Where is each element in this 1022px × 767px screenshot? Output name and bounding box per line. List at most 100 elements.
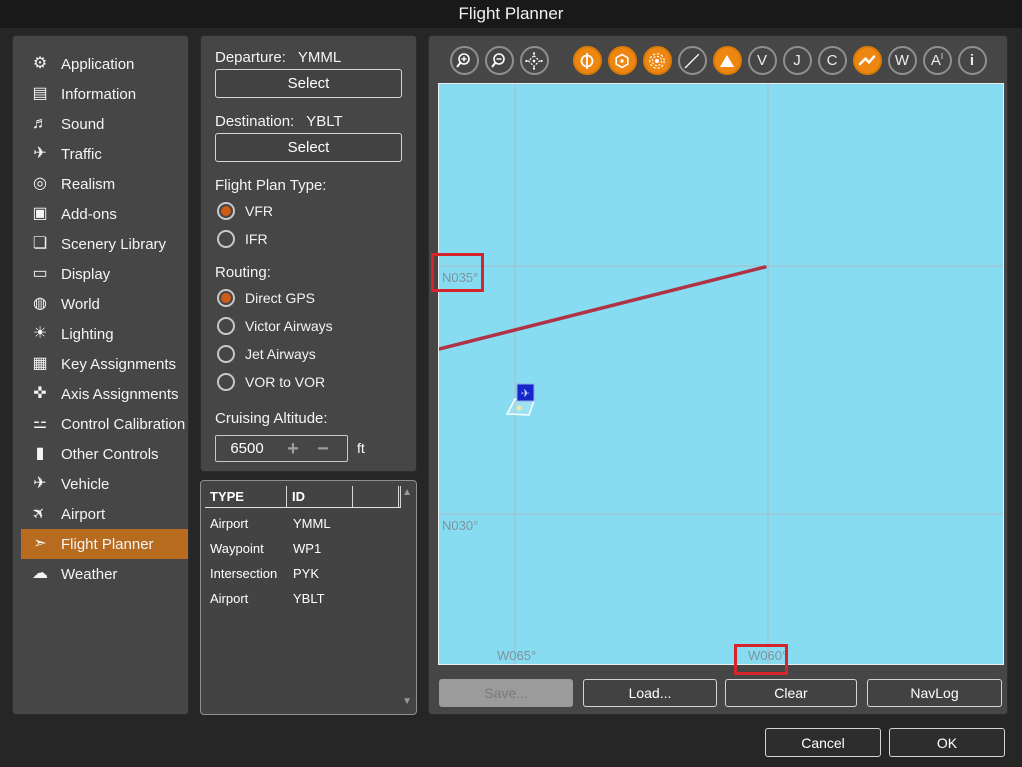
zoom-out-button[interactable] <box>485 46 514 75</box>
sidebar-item-lighting[interactable]: ☀Lighting <box>21 319 188 349</box>
speaker-icon: ♬ <box>29 116 51 132</box>
sidebar-item-key-assignments[interactable]: ▦Key Assignments <box>21 349 188 379</box>
cell-type: Waypoint <box>205 541 287 556</box>
column-header-id[interactable]: ID <box>287 486 353 507</box>
flight-plan-type-label: Flight Plan Type: <box>215 177 326 194</box>
ndb-rings-icon <box>648 52 666 70</box>
radio-ifr[interactable]: IFR <box>217 227 268 251</box>
scroll-down-icon[interactable]: ▼ <box>402 697 412 707</box>
radio-direct-gps[interactable]: Direct GPS <box>217 286 315 310</box>
globe-icon: ◍ <box>29 296 51 312</box>
map-graphics: ✈ <box>439 84 1003 664</box>
table-row[interactable]: Airport YBLT <box>205 586 401 611</box>
flight-plan-filter-button[interactable] <box>853 46 882 75</box>
sidebar-item-axis-assignments[interactable]: ✜Axis Assignments <box>21 379 188 409</box>
radio-vor-to-vor[interactable]: VOR to VOR <box>217 370 325 394</box>
radio-circle[interactable] <box>217 345 235 363</box>
svg-text:✈: ✈ <box>521 387 530 400</box>
sidebar-item-information[interactable]: ▤Information <box>21 79 188 109</box>
load-button[interactable]: Load... <box>583 679 717 707</box>
approaches-icon: A <box>931 53 941 68</box>
radio-victor-airways[interactable]: Victor Airways <box>217 314 333 338</box>
radio-circle[interactable] <box>217 202 235 220</box>
table-row[interactable]: Airport YMML <box>205 511 401 536</box>
radio-jet-airways[interactable]: Jet Airways <box>217 342 316 366</box>
title-bar: Flight Planner <box>0 0 1022 28</box>
approaches-filter-button[interactable]: AI <box>923 46 952 75</box>
navlog-button[interactable]: NavLog <box>867 679 1002 707</box>
sidebar-item-world[interactable]: ◍World <box>21 289 188 319</box>
zoom-in-button[interactable] <box>450 46 479 75</box>
route-icon: ➣ <box>29 536 51 552</box>
sliders-icon: ⚍ <box>29 416 51 432</box>
sidebar-item-realism[interactable]: ◎Realism <box>21 169 188 199</box>
save-button[interactable]: Save... <box>439 679 573 707</box>
sidebar-item-other-controls[interactable]: ▮Other Controls <box>21 439 188 469</box>
waypoints-table: TYPE ID ▲ Airport YMML Waypoint WP1 Inte… <box>200 480 417 715</box>
radio-vfr[interactable]: VFR <box>217 199 273 223</box>
jet-airways-icon: J <box>793 53 801 68</box>
sidebar-item-label: Display <box>61 266 110 283</box>
sidebar-item-vehicle[interactable]: ✈Vehicle <box>21 469 188 499</box>
sidebar-item-application[interactable]: ⚙Application <box>21 49 188 79</box>
sidebar-item-airport[interactable]: ✈Airport <box>21 499 188 529</box>
monitor-icon: ▭ <box>29 266 51 282</box>
ok-button[interactable]: OK <box>889 728 1005 757</box>
scroll-up-icon[interactable]: ▲ <box>402 488 412 498</box>
altitude-unit-label: ft <box>357 440 365 456</box>
weather-stations-filter-button[interactable]: W <box>888 46 917 75</box>
intersections-filter-button[interactable] <box>713 46 742 75</box>
sidebar-item-label: Scenery Library <box>61 236 166 253</box>
airports-filter-button[interactable] <box>573 46 602 75</box>
sidebar-item-label: Sound <box>61 116 104 133</box>
ils-feather-icon <box>683 52 701 70</box>
ils-filter-button[interactable] <box>678 46 707 75</box>
table-row[interactable]: Intersection PYK <box>205 561 401 586</box>
vor-filter-button[interactable] <box>608 46 637 75</box>
sidebar-item-label: Airport <box>61 506 105 523</box>
sidebar-item-flight-planner[interactable]: ➣Flight Planner <box>21 529 188 559</box>
jet-airways-filter-button[interactable]: J <box>783 46 812 75</box>
sidebar-item-label: Other Controls <box>61 446 159 463</box>
destination-select-button[interactable]: Select <box>215 133 402 162</box>
gears-icon: ⚙ <box>29 56 51 72</box>
center-map-button[interactable] <box>520 46 549 75</box>
clear-button[interactable]: Clear <box>725 679 857 707</box>
sidebar-item-add-ons[interactable]: ▣Add-ons <box>21 199 188 229</box>
altitude-increment-button[interactable]: + <box>278 438 308 460</box>
table-header: TYPE ID <box>205 486 401 508</box>
radio-circle[interactable] <box>217 230 235 248</box>
annotation-box-n035 <box>431 253 484 292</box>
sidebar-item-display[interactable]: ▭ Display <box>21 259 188 289</box>
aircraft-icon: ✈ <box>29 476 51 492</box>
cancel-button[interactable]: Cancel <box>765 728 881 757</box>
airspace-filter-button[interactable]: C <box>818 46 847 75</box>
sidebar-item-scenery-library[interactable]: ❏ Scenery Library <box>21 229 188 259</box>
column-header-empty <box>353 486 401 507</box>
ndb-filter-button[interactable] <box>643 46 672 75</box>
spotlight-icon: ☀ <box>29 326 51 342</box>
radio-circle[interactable] <box>217 373 235 391</box>
cloud-icon: ☁ <box>29 566 51 582</box>
sidebar-item-label: Add-ons <box>61 206 117 223</box>
sidebar-item-control-calibration[interactable]: ⚍Control Calibration <box>21 409 188 439</box>
altitude-decrement-button[interactable]: − <box>308 438 338 460</box>
joystick-icon: ✜ <box>29 386 51 402</box>
sidebar-item-weather[interactable]: ☁Weather <box>21 559 188 589</box>
latitude-label-n030: N030° <box>442 518 478 533</box>
victor-airways-filter-button[interactable]: V <box>748 46 777 75</box>
scenery-icon: ❏ <box>29 236 51 252</box>
sidebar-item-traffic[interactable]: ✈Traffic <box>21 139 188 169</box>
info-button[interactable]: i <box>958 46 987 75</box>
sidebar-item-sound[interactable]: ♬ Sound <box>21 109 188 139</box>
map-canvas[interactable]: ✈ N035° N030° W065° W060° <box>438 83 1004 665</box>
cell-id: WP1 <box>287 541 321 556</box>
radio-circle[interactable] <box>217 317 235 335</box>
settings-sidebar: ⚙Application ▤Information ♬ Sound ✈Traffi… <box>12 35 189 715</box>
zoom-in-icon <box>455 52 473 70</box>
table-row[interactable]: Waypoint WP1 <box>205 536 401 561</box>
column-header-type[interactable]: TYPE <box>205 486 287 507</box>
departure-select-button[interactable]: Select <box>215 69 402 98</box>
weather-stations-icon: W <box>895 53 909 68</box>
radio-circle[interactable] <box>217 289 235 307</box>
